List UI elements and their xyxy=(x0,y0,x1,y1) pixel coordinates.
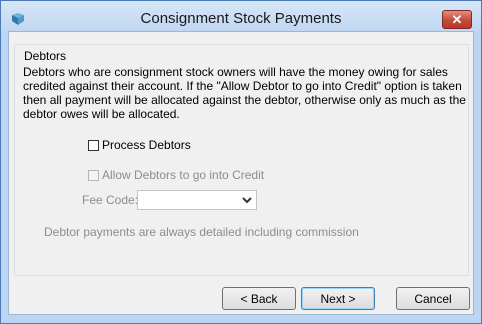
commission-note: Debtor payments are always detailed incl… xyxy=(44,225,359,239)
dialog-window: Consignment Stock Payments ✕ Debtors Deb… xyxy=(0,0,482,324)
allow-credit-row[interactable]: Allow Debtors to go into Credit xyxy=(88,168,264,182)
close-button[interactable]: ✕ xyxy=(442,10,472,29)
debtors-groupbox: Debtors Debtors who are consignment stoc… xyxy=(14,44,469,276)
close-icon: ✕ xyxy=(451,11,463,27)
next-button[interactable]: Next > xyxy=(301,287,375,310)
description-text: Debtors who are consignment stock owners… xyxy=(23,65,466,121)
window-title: Consignment Stock Payments xyxy=(140,10,342,27)
process-debtors-row[interactable]: Process Debtors xyxy=(88,138,191,152)
group-label: Debtors xyxy=(22,49,69,63)
process-debtors-checkbox[interactable] xyxy=(88,139,99,151)
fee-code-label: Fee Code: xyxy=(82,193,139,207)
chevron-down-icon xyxy=(242,197,252,204)
cancel-button[interactable]: Cancel xyxy=(396,287,470,310)
allow-credit-label: Allow Debtors to go into Credit xyxy=(102,168,265,182)
process-debtors-label: Process Debtors xyxy=(102,138,191,152)
allow-credit-checkbox[interactable] xyxy=(88,169,99,181)
fee-code-select[interactable] xyxy=(137,190,257,210)
dialog-client-area: Debtors Debtors who are consignment stoc… xyxy=(8,31,474,315)
back-button[interactable]: < Back xyxy=(222,287,296,310)
